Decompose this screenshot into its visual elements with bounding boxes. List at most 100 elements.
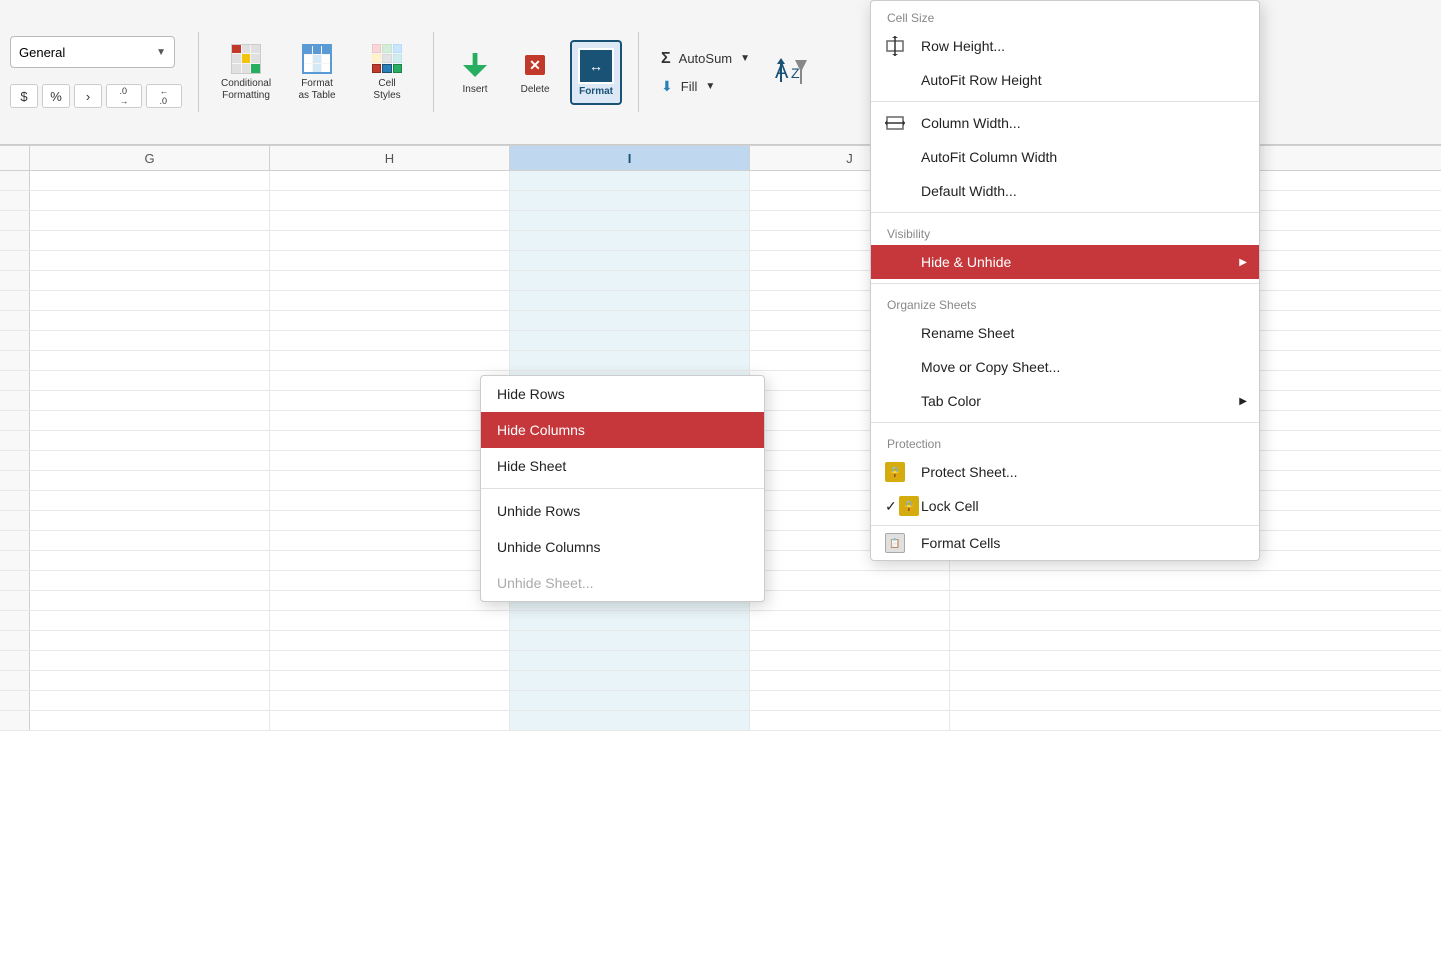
protect-sheet-icon: 🔒	[885, 462, 905, 482]
col-header-g: G	[30, 146, 270, 170]
cell-styles-button[interactable]: CellStyles	[357, 39, 417, 106]
cell-i1[interactable]	[510, 171, 750, 190]
autofit-column-item[interactable]: AutoFit Column Width	[871, 140, 1259, 174]
hide-columns-item[interactable]: Hide Columns	[481, 412, 764, 448]
hide-rows-label: Hide Rows	[497, 386, 565, 402]
unhide-sheet-item: Unhide Sheet...	[481, 565, 764, 601]
move-copy-sheet-item[interactable]: Move or Copy Sheet...	[871, 350, 1259, 384]
hide-unhide-submenu: Hide Rows Hide Columns Hide Sheet Unhide…	[480, 375, 765, 602]
tab-color-label: Tab Color	[921, 393, 981, 409]
unhide-rows-label: Unhide Rows	[497, 503, 580, 519]
insert-button[interactable]: Insert	[450, 45, 500, 99]
cell-g1[interactable]	[30, 171, 270, 190]
comma-button[interactable]: ›	[74, 84, 102, 108]
unhide-columns-label: Unhide Columns	[497, 539, 601, 555]
separator-3	[871, 283, 1259, 284]
hide-unhide-label: Hide & Unhide	[921, 254, 1011, 270]
row-num-2	[0, 191, 30, 210]
delete-label: Delete	[521, 84, 550, 95]
format-table-icon	[301, 43, 333, 75]
checkmark: ✓	[885, 498, 897, 515]
format-cells-icon: 📋	[885, 533, 905, 553]
organize-sheets-section-label: Organize Sheets	[871, 288, 1259, 316]
sort-filter-icon: A Z	[773, 54, 809, 90]
toolbar-divider-1	[198, 32, 199, 112]
hide-unhide-item[interactable]: Hide & Unhide ▶	[871, 245, 1259, 279]
autofit-column-label: AutoFit Column Width	[921, 149, 1057, 165]
delete-icon: ✕	[519, 49, 551, 81]
delete-button[interactable]: ✕ Delete	[510, 45, 560, 99]
lock-cell-item[interactable]: ✓ 🔒 Lock Cell	[871, 489, 1259, 523]
cell-g3[interactable]	[30, 211, 270, 230]
lock-cell-label: Lock Cell	[921, 498, 979, 514]
fill-icon: ⬇	[661, 78, 673, 95]
rename-sheet-item[interactable]: Rename Sheet	[871, 316, 1259, 350]
autosum-area: Σ AutoSum ▼ ⬇ Fill ▼	[655, 47, 756, 98]
cell-g4[interactable]	[30, 231, 270, 250]
format-label: Format	[579, 86, 613, 97]
format-cells-item[interactable]: 📋 Format Cells	[871, 525, 1259, 560]
column-width-item[interactable]: Column Width...	[871, 106, 1259, 140]
format-button[interactable]: ↔ Format	[570, 40, 622, 105]
default-width-item[interactable]: Default Width...	[871, 174, 1259, 208]
format-as-table-button[interactable]: Formatas Table	[287, 39, 347, 106]
hide-rows-item[interactable]: Hide Rows	[481, 376, 764, 412]
autofit-row-item[interactable]: AutoFit Row Height	[871, 63, 1259, 97]
decimal-increase-button[interactable]: .0→	[106, 84, 142, 108]
col-header-h: H	[270, 146, 510, 170]
protect-sheet-item[interactable]: 🔒 Protect Sheet...	[871, 455, 1259, 489]
rename-sheet-label: Rename Sheet	[921, 325, 1014, 341]
row-num-3	[0, 211, 30, 230]
hide-columns-label: Hide Columns	[497, 422, 585, 438]
row-num-1	[0, 171, 30, 190]
column-width-icon	[885, 113, 905, 133]
insert-icon	[459, 49, 491, 81]
lock-cell-icon: 🔒	[899, 496, 919, 516]
fill-arrow: ▼	[705, 81, 715, 92]
separator-1	[871, 101, 1259, 102]
cell-h3[interactable]	[270, 211, 510, 230]
hide-sheet-item[interactable]: Hide Sheet	[481, 448, 764, 484]
cell-h1[interactable]	[270, 171, 510, 190]
toolbar-divider-2	[433, 32, 434, 112]
format-cells-label: Format Cells	[921, 535, 1000, 551]
decimal-decrease-button[interactable]: ←.0	[146, 84, 182, 108]
cell-size-section-label: Cell Size	[871, 1, 1259, 29]
submenu-arrow: ▶	[1239, 257, 1247, 268]
cell-h2[interactable]	[270, 191, 510, 210]
unhide-columns-item[interactable]: Unhide Columns	[481, 529, 764, 565]
cell-i3[interactable]	[510, 211, 750, 230]
tab-color-arrow: ▶	[1239, 396, 1247, 407]
row-height-label: Row Height...	[921, 38, 1005, 54]
unhide-rows-item[interactable]: Unhide Rows	[481, 493, 764, 529]
cell-i4[interactable]	[510, 231, 750, 250]
autosum-button[interactable]: Σ AutoSum ▼	[655, 47, 756, 71]
separator-4	[871, 422, 1259, 423]
cell-h4[interactable]	[270, 231, 510, 250]
col-header-i[interactable]: I	[510, 146, 750, 170]
row-height-icon	[885, 36, 905, 56]
fill-button[interactable]: ⬇ Fill ▼	[655, 75, 756, 98]
number-format-select[interactable]: General ▼	[10, 36, 175, 68]
format-table-label: Formatas Table	[299, 78, 336, 102]
toolbar-divider-3	[638, 32, 639, 112]
format-icon: ↔	[578, 48, 614, 84]
cell-styles-label: CellStyles	[373, 78, 400, 102]
default-width-label: Default Width...	[921, 183, 1017, 199]
row-header-spacer	[0, 146, 30, 170]
cell-g2[interactable]	[30, 191, 270, 210]
percent-button[interactable]: %	[42, 84, 70, 108]
dollar-button[interactable]: $	[10, 84, 38, 108]
visibility-section-label: Visibility	[871, 217, 1259, 245]
unhide-sheet-label: Unhide Sheet...	[497, 575, 594, 591]
tab-color-item[interactable]: Tab Color ▶	[871, 384, 1259, 418]
number-format-arrow: ▼	[156, 47, 166, 58]
conditional-formatting-label: ConditionalFormatting	[221, 78, 271, 102]
cell-i2[interactable]	[510, 191, 750, 210]
row-height-item[interactable]: Row Height...	[871, 29, 1259, 63]
sort-filter-button[interactable]: A Z	[766, 47, 816, 97]
cell-styles-icon	[371, 43, 403, 75]
conditional-formatting-button[interactable]: ConditionalFormatting	[215, 39, 277, 106]
protection-section-label: Protection	[871, 427, 1259, 455]
separator-2	[871, 212, 1259, 213]
